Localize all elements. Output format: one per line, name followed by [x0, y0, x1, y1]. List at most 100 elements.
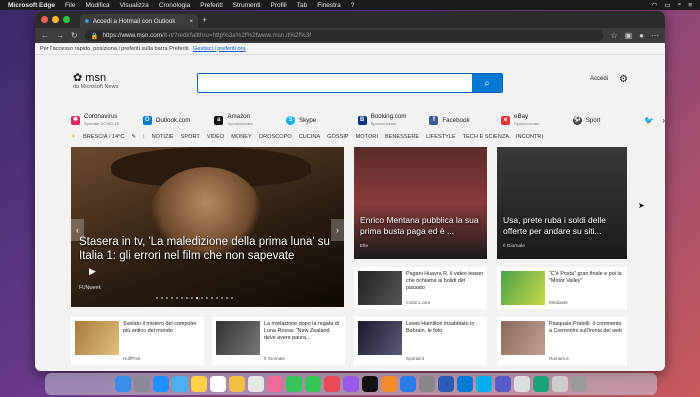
news-card[interactable]: Enrico Mentana pubblica la sua prima bus…: [354, 147, 487, 259]
address-bar[interactable]: 🔒 https://www.msn.com/it-it/?redirfallth…: [84, 30, 604, 41]
quick-link-outlook[interactable]: O Outlook.com: [142, 115, 215, 125]
news-card[interactable]: Usa, prete ruba i soldi delle offerte pe…: [497, 147, 627, 259]
menu-profili[interactable]: Profili: [270, 2, 286, 9]
menu-file[interactable]: File: [65, 2, 75, 9]
nav-oroscopo[interactable]: OROSCOPO: [259, 134, 292, 140]
carousel-dots: [156, 297, 233, 299]
search-icon[interactable]: ⌕: [678, 1, 682, 9]
favorite-star-icon[interactable]: ☆: [610, 31, 617, 40]
menu-preferiti[interactable]: Preferiti: [200, 2, 222, 9]
trash-icon[interactable]: [571, 376, 587, 392]
quick-link-sport[interactable]: ⚽ Sport: [572, 115, 645, 125]
maps-icon[interactable]: [191, 376, 207, 392]
preview-icon[interactable]: [514, 376, 530, 392]
nav-incontri[interactable]: INCONTRI: [516, 134, 543, 140]
news-card[interactable]: Lewis Hamilton insabbiato in Bahrain, le…: [354, 317, 487, 365]
zoom-window-button[interactable]: [63, 16, 70, 23]
news-card[interactable]: Pasquale Pratelli: il commento a Cremoni…: [497, 317, 627, 365]
edge-icon[interactable]: [533, 376, 549, 392]
edit-icon[interactable]: ✎: [131, 134, 136, 140]
safari-icon[interactable]: [153, 376, 169, 392]
news-card[interactable]: Pagani Huayra R, il video teaser che ric…: [354, 267, 487, 309]
tab-active[interactable]: ■ Accedi a Hotmail con Outlook ×: [80, 14, 198, 28]
facetime-icon[interactable]: [305, 376, 321, 392]
nav-benessere[interactable]: BENESSERE: [385, 134, 419, 140]
new-tab-button[interactable]: +: [202, 15, 207, 25]
quick-link-coronavirus[interactable]: ✱ Coronavirus Speciale COVID-19: [71, 113, 143, 127]
quick-link-booking[interactable]: B Booking.com Sponsorizzato: [357, 113, 430, 127]
signin-link[interactable]: Accedi: [590, 76, 608, 82]
back-icon[interactable]: ←: [41, 31, 49, 40]
nav-notizie[interactable]: NOTIZIE: [152, 134, 174, 140]
msn-logo[interactable]: ✿ msn da Microsoft News: [73, 71, 118, 90]
nav-sport[interactable]: SPORT: [181, 134, 200, 140]
forward-icon[interactable]: →: [56, 31, 64, 40]
nav-money[interactable]: MONEY: [231, 134, 252, 140]
profile-avatar[interactable]: ●: [639, 31, 644, 40]
menu-cronologia[interactable]: Cronologia: [159, 2, 190, 9]
nav-motori[interactable]: MOTORI: [356, 134, 378, 140]
messages-icon[interactable]: [286, 376, 302, 392]
apple-tv-icon[interactable]: [362, 376, 378, 392]
control-center-icon[interactable]: ≡: [688, 2, 692, 9]
quick-link-amazon[interactable]: a Amazon Sponsorizzato: [214, 113, 286, 127]
quick-link-skype[interactable]: S Skype: [286, 115, 358, 125]
nav-cucina[interactable]: CUCINA: [299, 134, 320, 140]
weather-label[interactable]: BRESCIA / 14°C: [83, 134, 124, 140]
menu-finestra[interactable]: Finestra: [317, 2, 340, 9]
menu-modifica[interactable]: Modifica: [85, 2, 109, 9]
more-icon[interactable]: ⋯: [651, 31, 659, 40]
quick-link-ebay[interactable]: e eBay Sponsorizzato: [501, 113, 573, 127]
close-tab-icon[interactable]: ×: [189, 18, 193, 25]
menu-help[interactable]: ?: [351, 2, 355, 9]
calendar-icon[interactable]: [210, 376, 226, 392]
music-icon[interactable]: [324, 376, 340, 392]
hero-title[interactable]: Stasera in tv, 'La maledizione della pri…: [79, 235, 341, 263]
hero-carousel[interactable]: Stasera in tv, 'La maledizione della pri…: [71, 147, 344, 307]
gear-icon[interactable]: ⚙: [619, 74, 628, 85]
menu-visualizza[interactable]: Visualizza: [120, 2, 149, 9]
search-input[interactable]: ⌕: [197, 73, 503, 93]
news-card[interactable]: "C'è Posta" gran finale e poi la "Motor …: [497, 267, 627, 309]
wifi-icon[interactable]: ◠: [652, 1, 658, 9]
teams-icon[interactable]: [495, 376, 511, 392]
outlook-icon[interactable]: [457, 376, 473, 392]
downloads-icon[interactable]: [552, 376, 568, 392]
outlook-icon: O: [142, 115, 152, 125]
reminders-icon[interactable]: [248, 376, 264, 392]
mail-icon[interactable]: [172, 376, 188, 392]
news-card[interactable]: Svelato il mistero del computer più anti…: [71, 317, 204, 365]
notes-icon[interactable]: [229, 376, 245, 392]
play-icon[interactable]: ▶: [89, 266, 96, 277]
twitter-icon[interactable]: 🐦: [644, 116, 654, 125]
system-preferences-icon[interactable]: [419, 376, 435, 392]
app-menu[interactable]: Microsoft Edge: [8, 2, 55, 9]
finder-icon[interactable]: [115, 376, 131, 392]
nav-lifestyle[interactable]: LIFESTYLE: [426, 134, 456, 140]
quick-link-facebook[interactable]: f Facebook: [429, 115, 501, 125]
word-icon[interactable]: [438, 376, 454, 392]
photos-icon[interactable]: [267, 376, 283, 392]
nav-tech[interactable]: TECH E SCIENZA: [463, 134, 509, 140]
carousel-next-button[interactable]: ›: [331, 219, 344, 241]
battery-icon[interactable]: ▭: [664, 1, 670, 9]
launchpad-icon[interactable]: [134, 376, 150, 392]
minimize-window-button[interactable]: [52, 16, 59, 23]
manage-favorites-link[interactable]: Gestisci i preferiti ora: [193, 46, 246, 52]
nav-video[interactable]: VIDEO: [207, 134, 224, 140]
news-card[interactable]: La rivelazione dopo la regata di Luna Ro…: [212, 317, 345, 365]
search-button[interactable]: ⌕: [472, 74, 502, 92]
chevron-right-icon[interactable]: ›: [662, 116, 665, 125]
collections-icon[interactable]: ▣: [625, 31, 633, 40]
menu-strumenti[interactable]: Strumenti: [233, 2, 261, 9]
books-icon[interactable]: [381, 376, 397, 392]
app-store-icon[interactable]: [400, 376, 416, 392]
menu-tab[interactable]: Tab: [297, 2, 307, 9]
close-window-button[interactable]: [41, 16, 48, 23]
skype-icon[interactable]: [476, 376, 492, 392]
carousel-prev-button[interactable]: ‹: [71, 219, 84, 241]
podcasts-icon[interactable]: [343, 376, 359, 392]
status-icons: ◠ ▭ ⌕ ≡: [652, 1, 692, 9]
refresh-icon[interactable]: ↻: [71, 31, 78, 40]
nav-gossip[interactable]: GOSSIP: [327, 134, 348, 140]
